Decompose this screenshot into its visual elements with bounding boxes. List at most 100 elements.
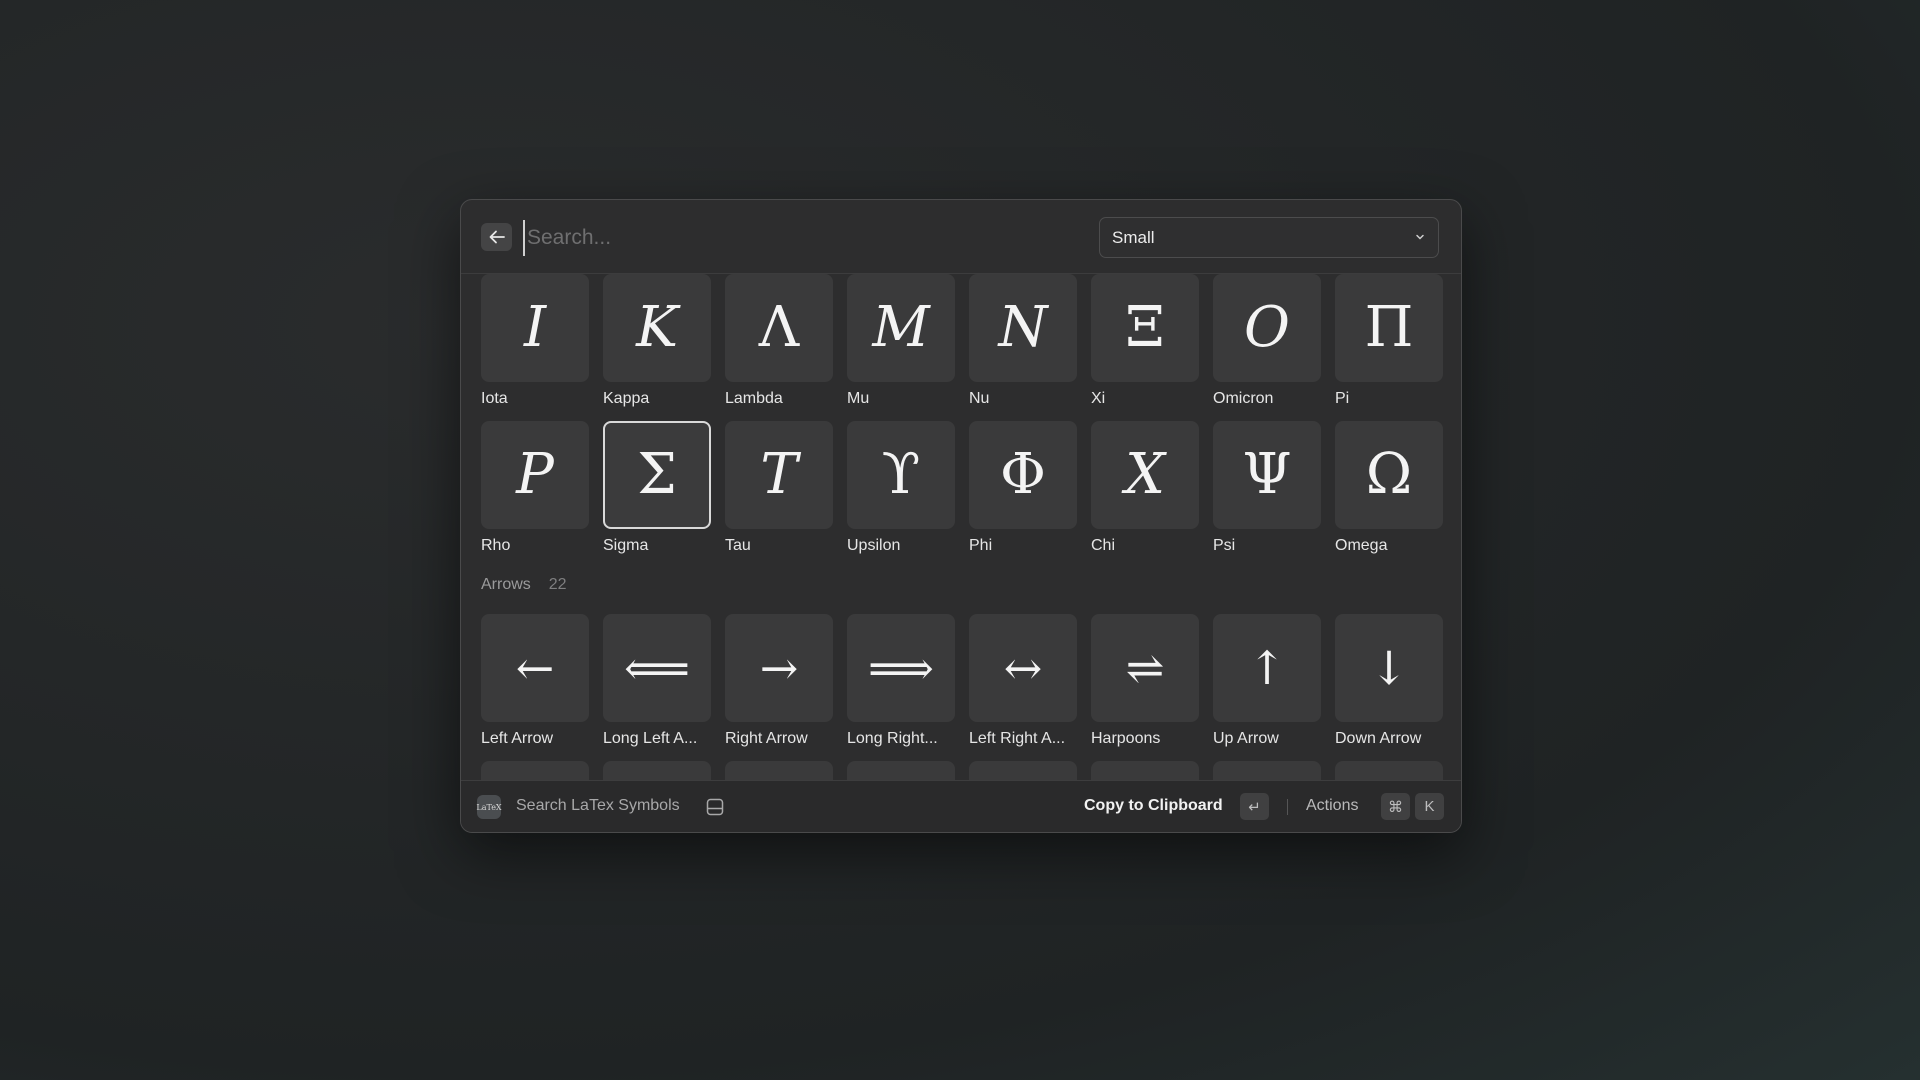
symbol-glyph: ← <box>515 641 555 695</box>
extension-window: Small I Iota K Kappa Λ Lambda M Mu N Nu Ξ Xi O Omicro… <box>460 199 1462 833</box>
symbol-glyph: T <box>760 442 798 507</box>
symbol-cell[interactable]: X Chi <box>1091 421 1199 561</box>
symbol-glyph: X <box>1125 442 1165 507</box>
layout-toggle-icon[interactable] <box>705 797 725 817</box>
back-button[interactable] <box>481 223 512 251</box>
symbol-tile[interactable] <box>1335 761 1443 780</box>
symbol-tile[interactable]: O <box>1213 274 1321 382</box>
symbol-cell[interactable]: I Iota <box>481 274 589 414</box>
symbol-tile[interactable] <box>969 761 1077 780</box>
symbol-cell[interactable] <box>1213 761 1321 780</box>
symbol-cell[interactable]: Φ Phi <box>969 421 1077 561</box>
symbol-tile[interactable]: T <box>725 421 833 529</box>
symbol-cell[interactable] <box>481 761 589 780</box>
symbol-tile[interactable] <box>1091 761 1199 780</box>
symbol-tile[interactable]: Λ <box>725 274 833 382</box>
symbol-cell[interactable]: Λ Lambda <box>725 274 833 414</box>
symbol-cell[interactable]: Ω Omega <box>1335 421 1443 561</box>
symbol-row-partial <box>481 761 1451 780</box>
symbol-cell[interactable]: ↑ Up Arrow <box>1213 614 1321 754</box>
symbol-label: Psi <box>1213 537 1236 554</box>
command-key-hint: ⌘ <box>1381 793 1410 820</box>
symbol-grid: I Iota K Kappa Λ Lambda M Mu N Nu Ξ Xi O Omicron Π Pi P… <box>461 274 1461 780</box>
symbol-tile[interactable]: Ω <box>1335 421 1443 529</box>
symbol-tile[interactable]: → <box>725 614 833 722</box>
search-input[interactable] <box>523 220 1029 256</box>
symbol-cell[interactable]: Π Pi <box>1335 274 1443 414</box>
symbol-glyph: N <box>998 295 1048 360</box>
symbol-glyph: Ω <box>1365 442 1413 507</box>
symbol-tile[interactable]: P <box>481 421 589 529</box>
symbol-tile[interactable]: K <box>603 274 711 382</box>
size-dropdown[interactable]: Small <box>1099 217 1439 258</box>
symbol-tile[interactable]: N <box>969 274 1077 382</box>
symbol-cell[interactable]: ϒ Upsilon <box>847 421 955 561</box>
symbol-tile[interactable]: ϒ <box>847 421 955 529</box>
symbol-cell[interactable]: O Omicron <box>1213 274 1321 414</box>
symbol-tile[interactable]: M <box>847 274 955 382</box>
symbol-tile[interactable]: ⟹ <box>847 614 955 722</box>
symbol-cell[interactable]: Ξ Xi <box>1091 274 1199 414</box>
symbol-tile[interactable]: Φ <box>969 421 1077 529</box>
symbol-cell[interactable]: Ψ Psi <box>1213 421 1321 561</box>
symbol-cell[interactable]: Σ Sigma <box>603 421 711 561</box>
symbol-label: Omega <box>1335 537 1388 554</box>
symbol-tile[interactable]: ← <box>481 614 589 722</box>
symbol-cell[interactable]: ⟸ Long Left A... <box>603 614 711 754</box>
symbol-label: Long Left A... <box>603 730 698 747</box>
symbol-tile[interactable]: Π <box>1335 274 1443 382</box>
symbol-tile[interactable] <box>603 761 711 780</box>
symbol-label: Tau <box>725 537 751 554</box>
symbol-cell[interactable]: ↔ Left Right A... <box>969 614 1077 754</box>
symbol-glyph: ⟹ <box>868 641 934 695</box>
symbol-tile[interactable]: I <box>481 274 589 382</box>
symbol-label: Kappa <box>603 390 650 407</box>
symbol-cell[interactable] <box>1091 761 1199 780</box>
symbol-cell[interactable]: P Rho <box>481 421 589 561</box>
symbol-cell[interactable]: ↓ Down Arrow <box>1335 614 1443 754</box>
symbol-tile[interactable]: X <box>1091 421 1199 529</box>
symbol-label: Long Right... <box>847 730 938 747</box>
symbol-tile[interactable] <box>1213 761 1321 780</box>
copy-to-clipboard-action[interactable]: Copy to Clipboard <box>1084 797 1223 815</box>
symbol-cell[interactable]: → Right Arrow <box>725 614 833 754</box>
size-dropdown-value: Small <box>1112 228 1155 247</box>
symbol-cell[interactable]: M Mu <box>847 274 955 414</box>
symbol-cell[interactable]: ← Left Arrow <box>481 614 589 754</box>
symbol-glyph: O <box>1244 295 1290 360</box>
symbol-glyph: I <box>523 295 547 360</box>
symbol-tile[interactable] <box>847 761 955 780</box>
symbol-tile[interactable]: ⇌ <box>1091 614 1199 722</box>
section-title: Arrows <box>481 576 531 593</box>
symbol-tile[interactable] <box>725 761 833 780</box>
search-bar: Small <box>461 200 1461 274</box>
symbol-label: Upsilon <box>847 537 901 554</box>
symbol-tile[interactable]: Ψ <box>1213 421 1321 529</box>
symbol-glyph: P <box>516 442 554 507</box>
symbol-cell[interactable]: N Nu <box>969 274 1077 414</box>
symbol-cell[interactable] <box>603 761 711 780</box>
symbol-cell[interactable] <box>725 761 833 780</box>
divider <box>1287 799 1288 815</box>
symbol-label: Down Arrow <box>1335 730 1422 747</box>
actions-button[interactable]: Actions <box>1306 797 1358 815</box>
symbol-glyph: Ψ <box>1242 442 1292 507</box>
symbol-cell[interactable]: ⇌ Harpoons <box>1091 614 1199 754</box>
symbol-cell[interactable] <box>847 761 955 780</box>
symbol-tile[interactable]: ⟸ <box>603 614 711 722</box>
symbol-label: Right Arrow <box>725 730 808 747</box>
symbol-glyph: ↓ <box>1369 641 1409 695</box>
symbol-cell[interactable]: ⟹ Long Right... <box>847 614 955 754</box>
symbol-cell[interactable]: K Kappa <box>603 274 711 414</box>
symbol-label: Phi <box>969 537 993 554</box>
symbol-label: Chi <box>1091 537 1116 554</box>
symbol-tile[interactable]: Ξ <box>1091 274 1199 382</box>
symbol-tile[interactable]: Σ <box>603 421 711 529</box>
symbol-tile[interactable]: ↓ <box>1335 614 1443 722</box>
symbol-cell[interactable] <box>969 761 1077 780</box>
symbol-tile[interactable]: ↔ <box>969 614 1077 722</box>
symbol-tile[interactable]: ↑ <box>1213 614 1321 722</box>
symbol-cell[interactable]: T Tau <box>725 421 833 561</box>
symbol-cell[interactable] <box>1335 761 1443 780</box>
symbol-tile[interactable] <box>481 761 589 780</box>
